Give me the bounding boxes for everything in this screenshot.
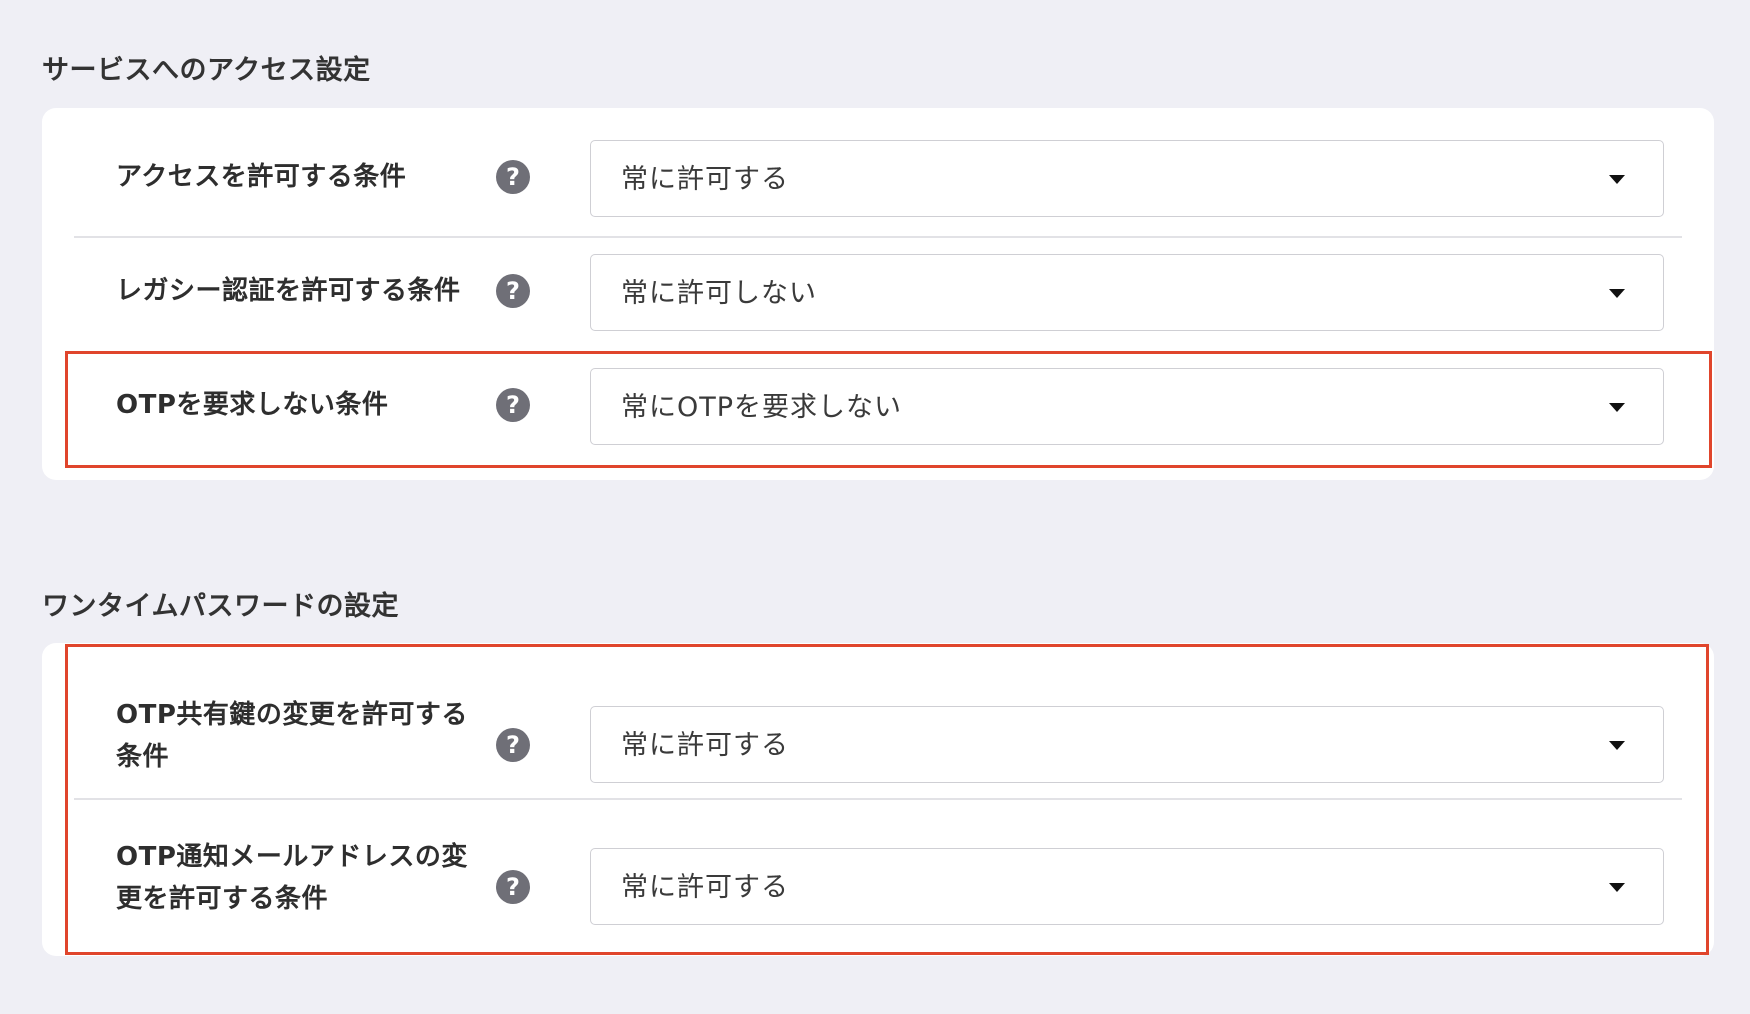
section-title-access: サービスへのアクセス設定 [42,55,371,86]
otp-not-required-select[interactable]: 常にOTPを要求しない [590,368,1664,445]
caret-down-icon [1609,175,1625,184]
setting-label: アクセスを許可する条件 [116,162,407,192]
help-icon[interactable]: ? [496,388,530,422]
legacy-auth-select[interactable]: 常に許可しない [590,254,1664,331]
access-settings-card: アクセスを許可する条件 ? 常に許可する レガシー認証を許可する条件 ? 常に許… [42,108,1714,480]
setting-label: OTPを要求しない条件 [116,390,389,420]
setting-row-access-allow: アクセスを許可する条件 ? 常に許可する [74,138,1682,218]
divider [74,236,1682,238]
setting-label: OTP共有鍵の変更を許可する条件 [116,700,468,772]
help-icon[interactable]: ? [496,728,530,762]
setting-row-legacy-auth: レガシー認証を許可する条件 ? 常に許可しない [74,252,1682,332]
caret-down-icon [1609,883,1625,892]
select-value: 常に許可しない [621,278,817,309]
setting-label: OTP通知メールアドレスの変更を許可する条件 [116,842,468,914]
select-value: 常に許可する [621,872,789,903]
help-icon[interactable]: ? [496,160,530,194]
select-value: 常に許可する [621,730,789,761]
select-value: 常にOTPを要求しない [621,392,903,423]
setting-row-otp-email-change: OTP通知メールアドレスの変更を許可する条件 ? 常に許可する [74,828,1682,928]
help-icon[interactable]: ? [496,274,530,308]
select-value: 常に許可する [621,164,789,195]
setting-row-otp-not-required: OTPを要求しない条件 ? 常にOTPを要求しない [74,366,1682,446]
divider [74,798,1682,800]
section-title-otp: ワンタイムパスワードの設定 [42,591,399,622]
setting-label: レガシー認証を許可する条件 [116,276,461,306]
otp-email-change-select[interactable]: 常に許可する [590,848,1664,925]
access-allow-select[interactable]: 常に許可する [590,140,1664,217]
help-icon[interactable]: ? [496,870,530,904]
setting-row-otp-key-change: OTP共有鍵の変更を許可する条件 ? 常に許可する [74,688,1682,788]
caret-down-icon [1609,289,1625,298]
otp-settings-card: OTP共有鍵の変更を許可する条件 ? 常に許可する OTP通知メールアドレスの変… [42,643,1714,956]
caret-down-icon [1609,741,1625,750]
otp-key-change-select[interactable]: 常に許可する [590,706,1664,783]
caret-down-icon [1609,403,1625,412]
